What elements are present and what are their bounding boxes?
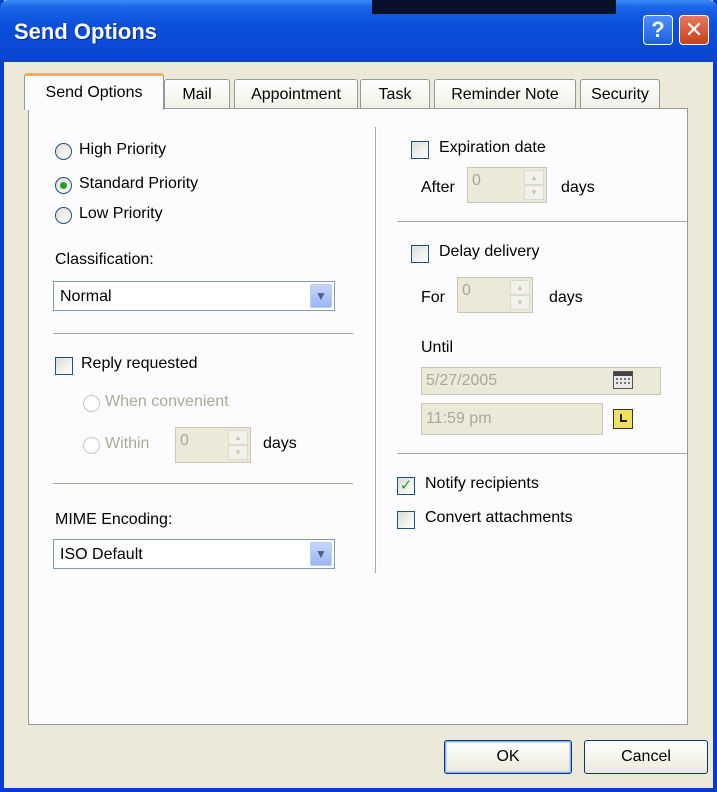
help-icon: ? bbox=[651, 17, 665, 42]
help-button[interactable]: ? bbox=[643, 15, 673, 45]
until-date-value: 5/27/2005 bbox=[426, 372, 498, 389]
send-options-panel: High Priority Standard Priority Low Prio… bbox=[28, 108, 688, 725]
low-priority-radio[interactable] bbox=[55, 207, 72, 224]
cancel-button[interactable]: Cancel bbox=[584, 740, 708, 774]
convert-attachments-checkbox[interactable] bbox=[397, 511, 415, 529]
expiration-date-checkbox[interactable] bbox=[411, 141, 429, 159]
low-priority-label: Low Priority bbox=[79, 205, 163, 222]
high-priority-radio[interactable] bbox=[55, 143, 72, 160]
when-convenient-radio[interactable] bbox=[83, 395, 100, 412]
delay-for-label: For bbox=[421, 289, 445, 306]
column-divider bbox=[375, 127, 377, 573]
tab-mail[interactable]: Mail bbox=[164, 79, 230, 109]
delay-days-unit: days bbox=[549, 289, 583, 306]
mime-encoding-value: ISO Default bbox=[60, 546, 143, 563]
classification-select[interactable]: Normal ▼ bbox=[53, 281, 335, 311]
standard-priority-label: Standard Priority bbox=[79, 175, 199, 192]
expiration-days-unit: days bbox=[561, 179, 595, 196]
within-label: Within bbox=[105, 435, 150, 452]
spinner-buttons[interactable]: ▲ ▼ bbox=[228, 430, 248, 460]
spin-up-icon[interactable]: ▲ bbox=[524, 170, 544, 185]
notify-recipients-checkbox[interactable]: ✓ bbox=[397, 477, 415, 495]
mime-encoding-select[interactable]: ISO Default ▼ bbox=[53, 539, 335, 569]
spin-down-icon[interactable]: ▼ bbox=[228, 445, 248, 460]
tab-appointment[interactable]: Appointment bbox=[234, 79, 358, 109]
tab-send-options[interactable]: Send Options bbox=[24, 73, 164, 110]
spin-up-icon[interactable]: ▲ bbox=[510, 280, 530, 295]
until-time-value: 11:59 pm bbox=[426, 410, 492, 427]
reply-requested-checkbox[interactable] bbox=[55, 357, 73, 375]
delay-delivery-checkbox[interactable] bbox=[411, 245, 429, 263]
delay-delivery-label: Delay delivery bbox=[439, 243, 540, 260]
convert-attachments-label: Convert attachments bbox=[425, 509, 573, 526]
chevron-down-icon[interactable]: ▼ bbox=[310, 284, 332, 308]
dialog-title: Send Options bbox=[14, 19, 157, 44]
title-bar[interactable]: Send Options ? ✕ bbox=[0, 0, 717, 62]
expiration-days-spinner[interactable]: 0 ▲ ▼ bbox=[467, 167, 547, 203]
chevron-down-icon[interactable]: ▼ bbox=[310, 542, 332, 566]
clock-icon[interactable] bbox=[613, 409, 633, 429]
classification-value: Normal bbox=[60, 288, 112, 305]
until-time-field[interactable]: 11:59 pm bbox=[421, 403, 603, 435]
title-bar-overlay bbox=[372, 0, 616, 14]
notify-recipients-label: Notify recipients bbox=[425, 475, 539, 492]
ok-button[interactable]: OK bbox=[444, 740, 572, 774]
expiration-after-label: After bbox=[421, 179, 455, 196]
spin-up-icon[interactable]: ▲ bbox=[228, 430, 248, 445]
send-options-dialog: Send Options ? ✕ Send Options Mail Appoi… bbox=[0, 0, 717, 792]
tab-task[interactable]: Task bbox=[360, 79, 430, 109]
within-days-unit: days bbox=[263, 435, 297, 452]
spinner-buttons[interactable]: ▲ ▼ bbox=[524, 170, 544, 200]
until-label: Until bbox=[421, 339, 454, 356]
tab-security[interactable]: Security bbox=[580, 79, 660, 109]
tab-reminder-note[interactable]: Reminder Note bbox=[434, 79, 576, 109]
high-priority-label: High Priority bbox=[79, 141, 167, 158]
close-icon: ✕ bbox=[684, 17, 704, 42]
standard-priority-radio[interactable] bbox=[55, 177, 72, 194]
mime-encoding-label: MIME Encoding: bbox=[55, 511, 173, 528]
classification-label: Classification: bbox=[55, 251, 154, 268]
delay-days-value: 0 bbox=[462, 282, 471, 299]
within-days-spinner[interactable]: 0 ▲ ▼ bbox=[175, 427, 251, 463]
divider bbox=[53, 483, 353, 485]
spin-down-icon[interactable]: ▼ bbox=[524, 185, 544, 200]
spin-down-icon[interactable]: ▼ bbox=[510, 295, 530, 310]
divider bbox=[53, 333, 353, 335]
within-days-value: 0 bbox=[180, 432, 189, 449]
expiration-days-value: 0 bbox=[472, 172, 481, 189]
divider bbox=[397, 453, 687, 455]
when-convenient-label: When convenient bbox=[105, 393, 229, 410]
within-radio[interactable] bbox=[83, 437, 100, 454]
divider bbox=[397, 221, 687, 223]
reply-requested-label: Reply requested bbox=[81, 355, 198, 372]
close-button[interactable]: ✕ bbox=[679, 15, 709, 45]
delay-days-spinner[interactable]: 0 ▲ ▼ bbox=[457, 277, 533, 313]
spinner-buttons[interactable]: ▲ ▼ bbox=[510, 280, 530, 310]
calendar-icon[interactable] bbox=[613, 371, 633, 389]
expiration-date-label: Expiration date bbox=[439, 139, 546, 156]
